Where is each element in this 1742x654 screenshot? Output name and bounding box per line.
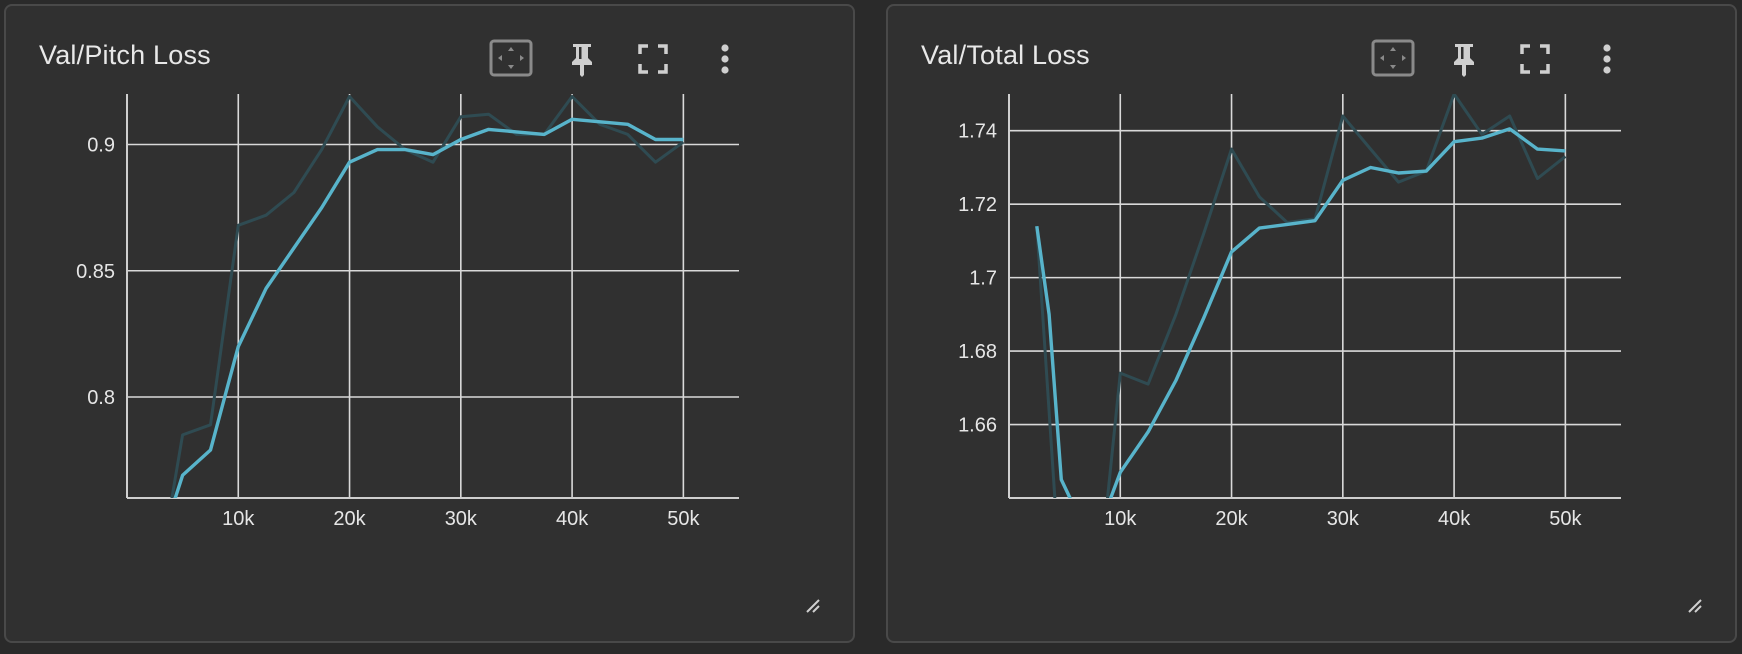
scalar-card-total-loss: Val/Total Loss 1.66 1.68 1.7 1.72 1.74 1… [886, 4, 1737, 643]
resize-handle[interactable] [1686, 597, 1704, 615]
x-tick-label: 10k [222, 508, 255, 530]
smoothed-series-line [173, 117, 684, 498]
x-tick-label: 20k [333, 508, 366, 530]
smoothed-series-line [1035, 127, 1566, 498]
y-tick-label: 0.8 [87, 387, 115, 409]
y-tick-label: 1.74 [958, 121, 997, 143]
resize-handle-icon [806, 599, 820, 613]
x-tick-label: 30k [445, 508, 478, 530]
x-tick-label: 40k [556, 508, 589, 530]
line-chart-pitch-loss[interactable]: 0.8 0.85 0.9 10k 20k 30k 40k 50k [6, 6, 857, 645]
y-tick-label: 0.85 [76, 261, 115, 283]
raw-series-line [1035, 94, 1567, 498]
x-tick-label: 30k [1327, 508, 1360, 530]
x-tick-label: 50k [1549, 508, 1582, 530]
x-tick-label: 50k [667, 508, 700, 530]
resize-handle-icon [1688, 599, 1702, 613]
y-tick-label: 1.68 [958, 341, 997, 363]
x-tick-label: 10k [1104, 508, 1137, 530]
y-tick-label: 1.72 [958, 194, 997, 216]
y-tick-label: 1.66 [958, 415, 997, 437]
scalar-card-pitch-loss: Val/Pitch Loss 0.8 0.85 0.9 10k 20k 30k … [4, 4, 855, 643]
x-tick-label: 40k [1438, 508, 1471, 530]
x-tick-label: 20k [1215, 508, 1248, 530]
y-tick-label: 0.9 [87, 135, 115, 157]
y-tick-label: 1.7 [969, 268, 997, 290]
line-chart-total-loss[interactable]: 1.66 1.68 1.7 1.72 1.74 10k 20k 30k 40k 50k [888, 6, 1739, 645]
resize-handle[interactable] [804, 597, 822, 615]
